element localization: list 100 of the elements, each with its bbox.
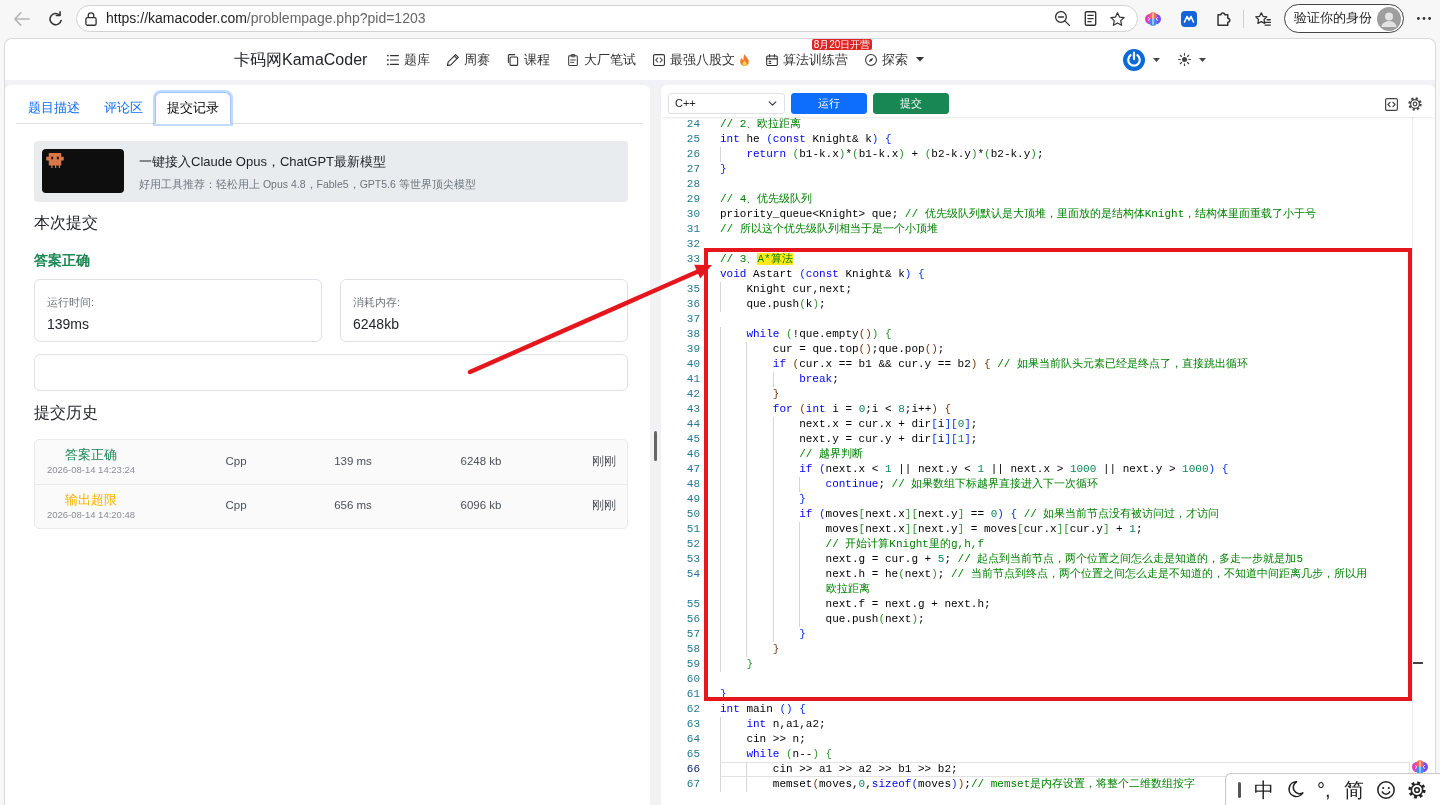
puzzle-icon[interactable] xyxy=(1217,11,1231,26)
code-line: int main () { xyxy=(720,702,806,717)
settings-icon[interactable] xyxy=(1408,97,1422,111)
code-line: } xyxy=(772,642,780,657)
code-line: } xyxy=(799,492,806,507)
reader-icon[interactable] xyxy=(1084,11,1097,26)
stat-value: 6248kb xyxy=(353,316,399,332)
smiley-icon[interactable] xyxy=(1376,780,1395,799)
code-line: cur = que.top();que.pop(); xyxy=(772,342,945,357)
line-number: 52 xyxy=(686,538,700,550)
zoom-out-icon[interactable] xyxy=(1055,11,1070,26)
caret-icon xyxy=(1153,57,1160,62)
line-number: 25 xyxy=(686,133,700,145)
code-line: } xyxy=(720,162,727,177)
code-line: continue; // 如果数组下标越界直接进入下一次循环 xyxy=(825,477,1099,492)
refresh-icon[interactable] xyxy=(49,11,63,26)
nav-link[interactable]: 周赛 xyxy=(447,51,491,68)
script-button[interactable]: 简 xyxy=(1343,777,1364,802)
line-number: 27 xyxy=(686,163,700,175)
lock-icon[interactable] xyxy=(85,11,97,26)
more-icon[interactable] xyxy=(1417,17,1431,20)
line-number: 54 xyxy=(686,568,700,580)
line-number: 59 xyxy=(686,658,700,670)
runtime-text: 139 ms xyxy=(334,454,372,467)
memory-text: 6248 kb xyxy=(460,454,502,467)
user-menu[interactable] xyxy=(1123,48,1160,71)
profile-button[interactable]: 验证你的身份 xyxy=(1284,4,1404,33)
line-number: 40 xyxy=(686,358,700,370)
language-select[interactable]: C++ xyxy=(668,93,785,114)
stat-label: 运行时间: xyxy=(47,295,94,308)
line-number: 58 xyxy=(686,643,700,655)
verdict-text[interactable]: 答案正确 xyxy=(65,447,117,463)
date-badge: 8月20日开营 xyxy=(811,39,873,50)
moon-icon[interactable] xyxy=(1287,781,1304,798)
line-number: 32 xyxy=(686,238,700,250)
line-number: 66 xyxy=(686,763,700,775)
line-number: 65 xyxy=(686,748,700,760)
tab[interactable]: 提交记录 xyxy=(155,92,231,124)
run-button[interactable]: 运行 xyxy=(791,93,867,114)
code-line: break; xyxy=(799,372,839,387)
settings-icon[interactable] xyxy=(1407,780,1426,799)
address-bar[interactable]: https://kamacoder.com/problempage.php?pid=1203 xyxy=(76,5,1138,32)
pencil-icon xyxy=(447,53,460,66)
nav-link[interactable]: 最强八股文 xyxy=(653,51,750,68)
grip-icon[interactable] xyxy=(1238,781,1241,798)
star-icon[interactable] xyxy=(1110,11,1125,26)
line-number: 31 xyxy=(686,223,700,235)
code-line: } xyxy=(772,387,780,402)
brain-icon[interactable] xyxy=(1412,760,1428,774)
code-line: int n,a1,a2; xyxy=(746,717,826,732)
code-line: if (next.x < 1 || next.y < 1 || next.x > 1000 || next.y > 1000) { xyxy=(799,462,1229,477)
code-line: // 所以这个优先级队列相当于是一个小顶堆 xyxy=(720,222,938,237)
line-number: 41 xyxy=(686,373,700,385)
line-number: 36 xyxy=(686,298,700,310)
line-number: 45 xyxy=(686,433,700,445)
code-line: for (int i = 0;i < 8;i++) { xyxy=(772,402,952,417)
submit-button[interactable]: 提交 xyxy=(873,93,949,114)
language-text: Cpp xyxy=(225,454,247,467)
line-number: 67 xyxy=(686,778,700,790)
split-handle[interactable] xyxy=(654,430,657,461)
nav-link[interactable]: 算法训练营 xyxy=(766,51,849,68)
code-line: int he (const Knight& k) { xyxy=(720,132,892,147)
section-title: 本次提交 xyxy=(34,213,99,232)
relative-time: 刚刚 xyxy=(592,499,616,512)
theme-menu[interactable] xyxy=(1178,53,1206,66)
section-title: 提交历史 xyxy=(34,402,99,422)
line-number: 47 xyxy=(686,463,700,475)
code-line: // 2、欧拉距离 xyxy=(720,117,802,132)
submit-time: 2026-08-14 14:20:48 xyxy=(46,508,136,521)
line-number: 60 xyxy=(686,673,700,685)
line-number: 30 xyxy=(686,208,700,220)
line-number: 33 xyxy=(686,253,700,265)
code-line: que.push(next); xyxy=(825,612,925,627)
code-line: next.h = he(next); // 当前节点到终点，两个位置之间怎么走是不知道的，不知道中间距离几步，所以用 xyxy=(825,567,1367,582)
nav-link[interactable]: 课程 xyxy=(507,51,551,68)
line-number: 38 xyxy=(686,328,700,340)
language-text: Cpp xyxy=(225,499,247,512)
extension-icon[interactable] xyxy=(1181,10,1197,27)
line-number: 44 xyxy=(686,418,700,430)
favorites-icon[interactable] xyxy=(1255,11,1271,26)
memory-text: 6096 kb xyxy=(460,499,502,512)
ad-banner[interactable]: 一键接入Claude Opus，ChatGPT最新模型 好用工具推荐：轻松用上 Opus 4.8，Fable5，GPT5.6 等世界顶尖模型 xyxy=(34,141,628,202)
code-icon[interactable] xyxy=(1385,97,1398,111)
line-number: 39 xyxy=(686,343,700,355)
tab[interactable]: 评论区 xyxy=(92,92,155,124)
line-number: 57 xyxy=(686,628,700,640)
code-line: 欧拉距离 xyxy=(825,582,870,597)
list-icon xyxy=(387,53,400,66)
input-mode-button[interactable]: 中 xyxy=(1254,777,1274,802)
nav-link[interactable]: 大厂笔试 xyxy=(567,51,637,68)
compass-icon xyxy=(865,53,878,66)
nav-link[interactable]: 题库 xyxy=(387,51,431,68)
caret-icon xyxy=(1199,57,1206,62)
brain-icon[interactable] xyxy=(1145,11,1161,26)
code-line: priority_queue<Knight> que; // 优先级队列默认是大顶堆，里面放的是结构体Knight，结构体里面重载了小于号 xyxy=(720,207,1317,222)
nav-link[interactable]: 探索 xyxy=(865,51,925,68)
brand-name[interactable]: 卡码网KamaCoder xyxy=(234,47,368,72)
tab[interactable]: 题目描述 xyxy=(16,92,92,124)
code-line: } xyxy=(799,627,806,642)
punctuation-button[interactable]: °, xyxy=(1317,777,1331,802)
